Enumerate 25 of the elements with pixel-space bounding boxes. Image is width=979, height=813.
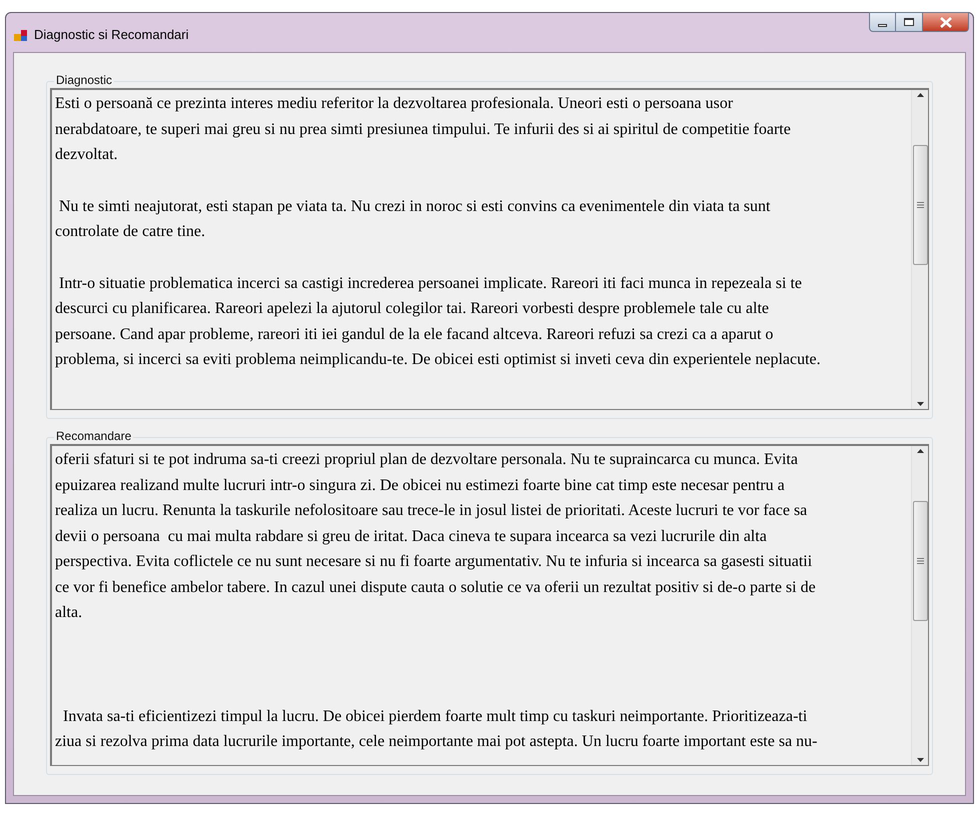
maximize-button[interactable] xyxy=(896,12,923,32)
group-label: Diagnostic xyxy=(54,73,114,87)
close-button[interactable] xyxy=(923,12,969,32)
scroll-up-icon[interactable] xyxy=(916,449,924,453)
scrollbar[interactable] xyxy=(911,90,928,409)
grip-icon xyxy=(916,558,924,564)
scroll-down-icon[interactable] xyxy=(916,402,924,406)
minimize-button[interactable] xyxy=(869,12,896,32)
app-icon xyxy=(14,28,28,42)
paragraph: oferii sfaturi si te pot indruma sa-ti creezi propriul plan de dezvoltare personala. Nu te supraincarca cu munca. Evita epuizarea realizand multe lucruri intr-o singura zi. De obicei nu estimezi foarte bine cat timp este necesar pentru a realiza un lucru. Renunta la taskurile nefolositoare sau trece-le in josul listei de prioritati. Aceste lucruri te vor face sa devii o persoana cu mai multa rabdare si greu de iritat. Daca cineva te supara incearca sa vezi lucrurile din alta perspectiva. Evita coflictele ce nu sunt necesare si nu fi foarte argumentativ. Nu te infuria si incearca sa gasesti situatii ce vor fi benefice ambelor tabere. In cazul unei dispute cauta o solutie ce va oferii un rezultat positiv si de-o parte si de alta. xyxy=(55,450,817,623)
scrollbar[interactable] xyxy=(911,446,928,765)
scroll-thumb[interactable] xyxy=(912,500,928,620)
grip-icon xyxy=(916,202,924,208)
paragraph: Intr-o situatie problematica incerci sa castigi increderea persoanei implicate. Rareori iti faci munca in repezeala si te descurci cu planificarea. Rareori apelezi la ajutorul colegilor tai. Rareori vorbesti despre problemele tale cu alte persoane. Cand apar probleme, rareori iti iei gandul de la ele facand altceva. Rareori refuzi sa crezi ca a aparut o problema, si incerci sa eviti problema neimplicandu-te. De obicei esti optimist si inveti ceva din experientele neplacute. xyxy=(55,274,822,370)
paragraph: Nu te simti neajutorat, esti stapan pe viata ta. Nu crezi in noroc si esti convins ca evenimentele din viata ta sunt controlate de catre tine. xyxy=(55,196,772,242)
maximize-icon xyxy=(904,18,914,26)
minimize-icon xyxy=(878,24,887,26)
window-title: Diagnostic si Recomandari xyxy=(34,26,189,44)
paragraph: Invata sa-ti eficientizezi timpul la lucru. De obicei pierdem foarte mult timp cu taskuri neimportante. Prioritizeaza-ti ziua si rezolva prima data lucrurile importante, cele neimportante mai pot astepta. Un lucru foarte important este sa nu- xyxy=(55,706,818,752)
scroll-down-icon[interactable] xyxy=(916,758,924,762)
scroll-up-icon[interactable] xyxy=(916,93,924,97)
scroll-thumb[interactable] xyxy=(912,144,928,264)
paragraph: Esti o persoană ce prezinta interes mediu referitor la dezvoltarea profesionala. Uneori esti o persoana usor nerabdatoare, te superi mai greu si nu prea simti presiunea timpului. Te infurii des si ai spiritul de competitie foarte dezvoltat. xyxy=(55,94,792,165)
close-icon xyxy=(940,16,952,28)
group-label: Recomandare xyxy=(54,429,134,443)
